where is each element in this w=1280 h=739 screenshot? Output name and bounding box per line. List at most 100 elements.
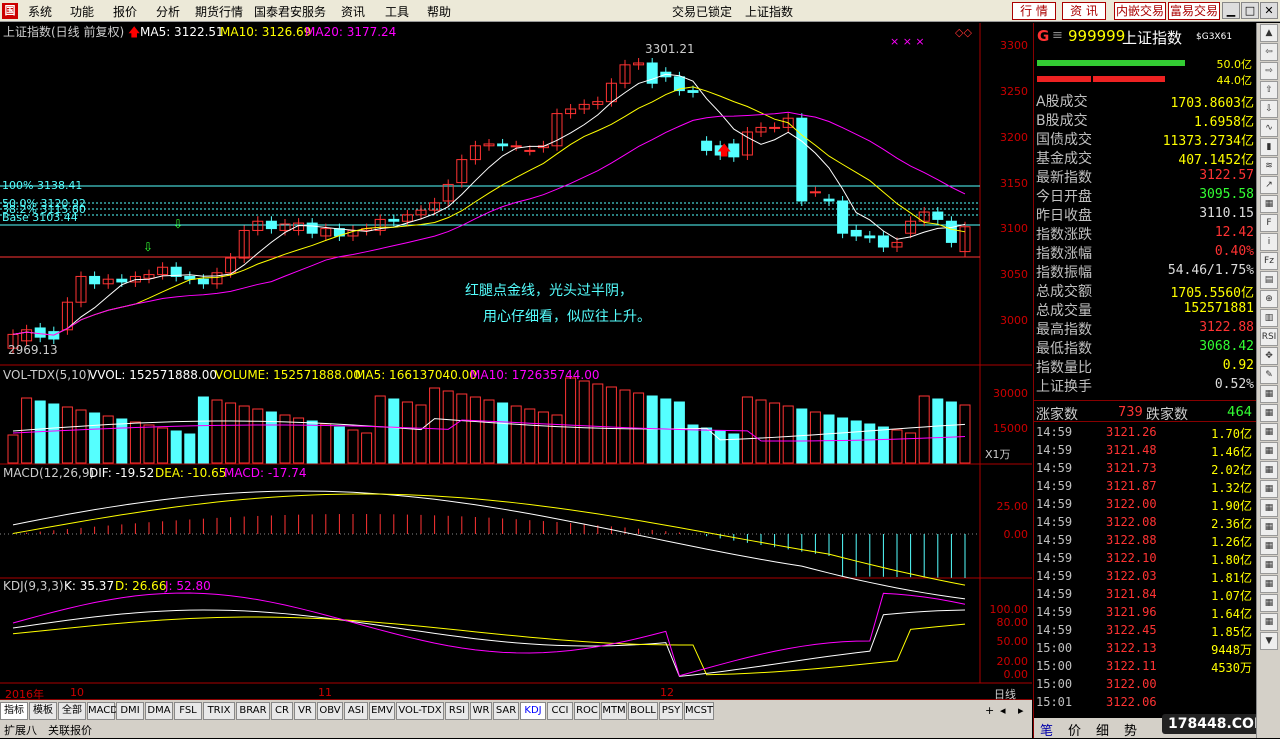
tab-price[interactable]: 价 [1068, 720, 1081, 739]
chart-area[interactable]: 🡅 ⇩ ⇩ 上证指数(日线 前复权) 🡅 MA5: 3122.51 MA10: 31… [0, 23, 1032, 685]
tab-kdj[interactable]: KDJ [520, 702, 546, 720]
tab-mtm[interactable]: MTM [601, 702, 627, 720]
tab-roc[interactable]: ROC [574, 702, 600, 720]
fuyi-trade-button[interactable]: 富易交易 [1168, 2, 1220, 20]
volume-bar [864, 423, 876, 464]
tab-emv[interactable]: EMV [369, 702, 395, 720]
toolbar-grid5-icon[interactable]: ▦ [1260, 442, 1278, 460]
toolbar-zoom-icon[interactable]: ⊕ [1260, 290, 1278, 308]
toolbar-f10-icon[interactable]: F [1260, 214, 1278, 232]
tab-全部[interactable]: 全部 [58, 702, 86, 720]
toolbar-grid7-icon[interactable]: ▦ [1260, 480, 1278, 498]
menu-help[interactable]: 帮助 [427, 3, 451, 20]
menu-gtja-service[interactable]: 国泰君安服务 [254, 3, 326, 20]
toolbar-grid3-icon[interactable]: ▦ [1260, 404, 1278, 422]
chart-annotation-line2: 用心仔细看，似应往上升。 [483, 308, 651, 325]
toolbar-back-icon[interactable]: ⇦ [1260, 43, 1278, 61]
toolbar-grid14-icon[interactable]: ▦ [1260, 613, 1278, 631]
tab-trades[interactable]: 笔 [1040, 720, 1053, 739]
tab-dmi[interactable]: DMI [116, 702, 144, 720]
menu-quote[interactable]: 报价 [113, 3, 137, 20]
tab-vol-tdx[interactable]: VOL-TDX [396, 702, 444, 720]
toolbar-calendar-icon[interactable]: ▤ [1260, 271, 1278, 289]
tick-row: 14:59 3122.08 2.36亿 [1034, 513, 1256, 531]
embedded-trade-button[interactable]: 内嵌交易 [1114, 2, 1166, 20]
toolbar-pen-icon[interactable]: ✎ [1260, 366, 1278, 384]
tab-expand-eight[interactable]: 扩展八 [4, 722, 37, 738]
chart-canvas[interactable]: 🡅 ⇩ ⇩ 上证指数(日线 前复权) 🡅 MA5: 3122.51 MA10: 31… [0, 23, 1032, 685]
menu-tools[interactable]: 工具 [385, 3, 409, 20]
tab-sar[interactable]: SAR [493, 702, 519, 720]
news-button[interactable]: 资 讯 [1062, 2, 1106, 20]
tick-price: 3122.11 [1106, 659, 1157, 673]
menu-analysis[interactable]: 分析 [156, 3, 180, 20]
toolbar-grid13-icon[interactable]: ▦ [1260, 594, 1278, 612]
quote-panel: G ≡ 999999 上证指数 $G3X61 50.0亿 44.0亿 A股成交 1… [1033, 23, 1274, 739]
panel-option-icon[interactable]: ◇◇ [955, 26, 972, 39]
tab-trix[interactable]: TRIX [203, 702, 235, 720]
menu-function[interactable]: 功能 [70, 3, 94, 20]
close-icon[interactable]: ✕ [1260, 2, 1278, 19]
menu-news[interactable]: 资讯 [341, 3, 365, 20]
toolbar-grid6-icon[interactable]: ▦ [1260, 461, 1278, 479]
tab-brar[interactable]: BRAR [236, 702, 270, 720]
toolbar-up-icon[interactable]: ⇧ [1260, 81, 1278, 99]
tab-vr[interactable]: VR [294, 702, 316, 720]
toolbar-minute-chart-icon[interactable]: ∿ [1260, 119, 1278, 137]
toolbar-grid-icon[interactable]: ▦ [1260, 195, 1278, 213]
toolbar-kline-icon[interactable]: ▮ [1260, 138, 1278, 156]
tab-mcst[interactable]: MCST [684, 702, 714, 720]
minimize-icon[interactable]: ▁ [1222, 2, 1240, 19]
toolbar-f-icon[interactable]: Fz [1260, 252, 1278, 270]
tab-模板[interactable]: 模板 [29, 702, 57, 720]
toolbar-info-icon[interactable]: i [1260, 233, 1278, 251]
tab-scroll-add[interactable]: + [985, 704, 994, 717]
quote-stat-row: 指数涨幅 0.40% [1034, 242, 1256, 262]
k-ytick: 3200 [1000, 131, 1028, 144]
toolbar-grid4-icon[interactable]: ▦ [1260, 423, 1278, 441]
quote-button[interactable]: 行 情 [1012, 2, 1056, 20]
toolbar-trend-icon[interactable]: ↗ [1260, 176, 1278, 194]
tab-related-quotes[interactable]: 关联报价 [48, 722, 92, 738]
tab-指标[interactable]: 指标 [0, 702, 28, 720]
toolbar-forward-icon[interactable]: ⇨ [1260, 62, 1278, 80]
tab-rsi[interactable]: RSI [445, 702, 469, 720]
toolbar-scroll-up-icon[interactable]: ▲ [1260, 24, 1278, 42]
tab-wr[interactable]: WR [470, 702, 492, 720]
tab-obv[interactable]: OBV [317, 702, 343, 720]
toolbar-grid2-icon[interactable]: ▦ [1260, 385, 1278, 403]
quote-panel-tabs: 笔 价 细 势 178448.COM [1034, 714, 1274, 739]
toolbar-rsi-icon[interactable]: RSI [1260, 328, 1278, 346]
toolbar-bars-icon[interactable]: ▥ [1260, 309, 1278, 327]
tab-detail[interactable]: 细 [1096, 720, 1109, 739]
toolbar-grid10-icon[interactable]: ▦ [1260, 537, 1278, 555]
toolbar-grid11-icon[interactable]: ▦ [1260, 556, 1278, 574]
toolbar-down-icon[interactable]: ⇩ [1260, 100, 1278, 118]
toolbar-grid12-icon[interactable]: ▦ [1260, 575, 1278, 593]
tab-scroll-left-icon[interactable]: ◂ [1000, 704, 1006, 717]
tab-dma[interactable]: DMA [145, 702, 173, 720]
tab-cci[interactable]: CCI [547, 702, 573, 720]
tab-psy[interactable]: PSY [659, 702, 683, 720]
tab-fsl[interactable]: FSL [174, 702, 202, 720]
tab-cr[interactable]: CR [271, 702, 293, 720]
maximize-icon[interactable]: □ [1241, 2, 1259, 19]
tab-boll[interactable]: BOLL [628, 702, 658, 720]
tab-macd[interactable]: MACD [87, 702, 118, 720]
toolbar-grid8-icon[interactable]: ▦ [1260, 499, 1278, 517]
menu-lines-icon[interactable]: ≡ [1052, 28, 1063, 43]
toolbar-move-icon[interactable]: ✥ [1260, 347, 1278, 365]
candle-body [850, 229, 862, 237]
menu-futures[interactable]: 期货行情 [195, 3, 243, 20]
tick-list[interactable]: 14:59 3121.26 1.70亿 14:59 3121.48 1.46亿 14:59 3… [1034, 423, 1256, 713]
toolbar-chart-icon[interactable]: ≋ [1260, 157, 1278, 175]
toolbar-grid9-icon[interactable]: ▦ [1260, 518, 1278, 536]
kdj-ytick: 20.00 [997, 655, 1029, 668]
candle-body [89, 275, 101, 285]
tab-scroll-right-icon[interactable]: ▸ [1018, 704, 1024, 717]
menu-system[interactable]: 系统 [28, 3, 52, 20]
period-label[interactable]: 日线 [994, 686, 1016, 702]
tab-asi[interactable]: ASI [344, 702, 368, 720]
tab-trend[interactable]: 势 [1124, 720, 1137, 739]
toolbar-scroll-down-icon[interactable]: ▼ [1260, 632, 1278, 650]
